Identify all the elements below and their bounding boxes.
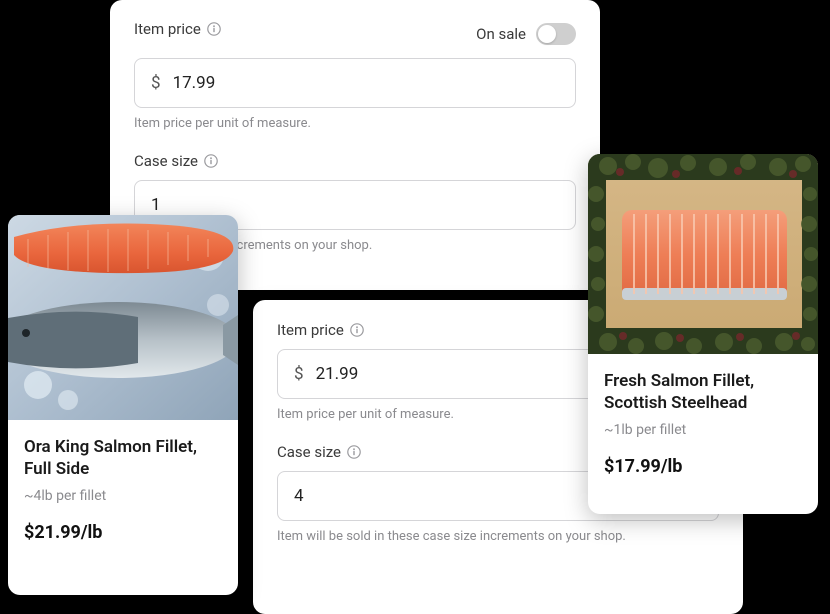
product-image xyxy=(8,215,238,420)
info-icon[interactable] xyxy=(207,22,221,36)
item-price-label: Item price xyxy=(277,321,364,339)
info-icon[interactable] xyxy=(350,323,364,337)
case-size-label-text: Case size xyxy=(277,443,341,461)
currency-symbol: $ xyxy=(294,364,304,384)
case-size-value: 4 xyxy=(294,486,304,506)
product-title: Fresh Salmon Fillet, Scottish Steelhead xyxy=(604,370,802,414)
case-size-helper: Item will be sold in these case size inc… xyxy=(277,529,719,544)
item-price-value: 21.99 xyxy=(316,364,359,384)
product-price: $17.99/lb xyxy=(604,456,802,477)
on-sale-label: On sale xyxy=(476,25,526,43)
product-title: Ora King Salmon Fillet, Full Side xyxy=(24,436,222,480)
case-size-label: Case size xyxy=(134,152,218,170)
product-price: $21.99/lb xyxy=(24,522,222,543)
item-price-helper: Item price per unit of measure. xyxy=(134,116,576,131)
case-size-label-text: Case size xyxy=(134,152,198,170)
info-icon[interactable] xyxy=(204,154,218,168)
product-card-scottish[interactable]: Fresh Salmon Fillet, Scottish Steelhead … xyxy=(588,154,818,514)
product-image xyxy=(588,154,818,354)
item-price-input[interactable]: $ 17.99 xyxy=(134,58,576,108)
item-price-label: Item price xyxy=(134,20,221,38)
currency-symbol: $ xyxy=(151,73,161,93)
case-size-value: 1 xyxy=(151,195,161,215)
item-price-label-text: Item price xyxy=(277,321,344,339)
toggle-knob xyxy=(538,25,556,43)
info-icon[interactable] xyxy=(347,445,361,459)
item-price-value: 17.99 xyxy=(173,73,216,93)
product-card-ora-king[interactable]: Ora King Salmon Fillet, Full Side ~4lb p… xyxy=(8,215,238,595)
item-price-label-text: Item price xyxy=(134,20,201,38)
product-subtext: ~4lb per fillet xyxy=(24,488,222,504)
product-subtext: ~1lb per fillet xyxy=(604,422,802,438)
on-sale-toggle[interactable] xyxy=(536,23,576,45)
case-size-label: Case size xyxy=(277,443,361,461)
